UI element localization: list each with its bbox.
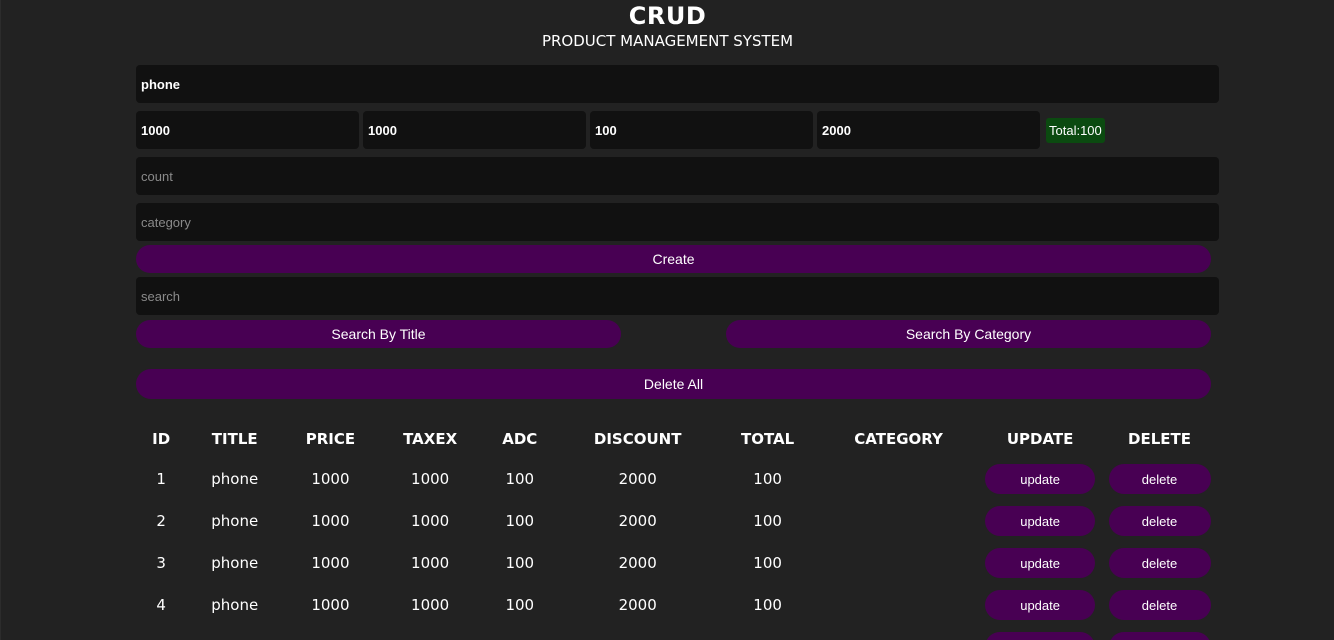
ads-input[interactable]: [590, 111, 813, 149]
delete-button[interactable]: delete: [1108, 590, 1211, 620]
category-input[interactable]: [136, 203, 1219, 241]
column-header-ads: ADC: [502, 430, 538, 448]
cell-title: phone: [211, 512, 259, 530]
table-row: 1 phone 1000 1000 100 2000 100 update de…: [136, 458, 1219, 500]
update-button[interactable]: update: [985, 464, 1096, 494]
header: CRUD PRODUCT MANAGEMENT SYSTEM: [1, 0, 1334, 52]
column-header-taxes: TAXEX: [403, 430, 458, 448]
cell-taxes: 1000: [411, 512, 450, 530]
cell-title: phone: [211, 596, 259, 614]
page-subtitle: PRODUCT MANAGEMENT SYSTEM: [541, 32, 794, 50]
delete-button[interactable]: delete: [1108, 506, 1211, 536]
cell-delete: delete: [1100, 542, 1219, 584]
cell-delete: delete: [1100, 584, 1219, 626]
cell-price: 1000: [311, 596, 350, 614]
cell-total: 100: [753, 512, 782, 530]
cell-discount: 2000: [618, 554, 657, 572]
cell-discount: 2000: [618, 596, 657, 614]
cell-ads: 100: [483, 626, 558, 640]
cell-taxes: 1000: [411, 470, 450, 488]
cell-title: phone: [211, 470, 259, 488]
delete-button[interactable]: delete: [1108, 632, 1211, 640]
table-row: 2 phone 1000 1000 100 2000 100 update de…: [136, 500, 1219, 542]
delete-button[interactable]: delete: [1108, 548, 1211, 578]
cell-price: 1000: [283, 626, 378, 640]
cell-ads: 100: [505, 512, 535, 530]
app-window: CRUD PRODUCT MANAGEMENT SYSTEM Total:100…: [0, 0, 1334, 640]
cell-discount: 2000: [618, 512, 657, 530]
column-header-update: UPDATE: [1006, 430, 1074, 448]
column-header-title: TITLE: [211, 430, 258, 448]
cell-id: 4: [156, 596, 166, 614]
column-header-id: ID: [152, 430, 171, 448]
search-buttons-row: Search By Title Search By Category: [136, 320, 1211, 348]
search-by-category-button[interactable]: Search By Category: [726, 320, 1211, 348]
cell-total: 100: [753, 470, 782, 488]
cell-category: [817, 626, 980, 640]
table-row: 4 phone 1000 1000 100 2000 100 update de…: [136, 584, 1219, 626]
update-button[interactable]: update: [985, 632, 1096, 640]
cell-price: 1000: [311, 512, 350, 530]
cell-delete: delete: [1100, 500, 1219, 542]
column-header-price: PRICE: [305, 430, 356, 448]
cell-ads: 100: [505, 554, 535, 572]
cell-category: [817, 584, 980, 626]
cell-price: 1000: [311, 554, 350, 572]
column-header-delete: DELETE: [1128, 430, 1192, 448]
cell-ads: 100: [505, 470, 535, 488]
cell-update: update: [980, 500, 1100, 542]
cell-category: [817, 542, 980, 584]
update-button[interactable]: update: [985, 548, 1096, 578]
count-input[interactable]: [136, 157, 1219, 195]
cell-title: phone: [186, 626, 283, 640]
cell-update: update: [980, 626, 1100, 640]
cell-taxes: 1000: [411, 596, 450, 614]
table-header-row: ID TITLE PRICE TAXEX ADC DISCOUNT TOTAL …: [136, 420, 1219, 458]
total-badge: Total:100: [1046, 117, 1105, 143]
column-header-discount: DISCOUNT: [593, 430, 682, 448]
products-table: ID TITLE PRICE TAXEX ADC DISCOUNT TOTAL …: [136, 420, 1219, 640]
delete-all-button[interactable]: Delete All: [136, 369, 1211, 399]
cell-id: 1: [156, 470, 166, 488]
cell-update: update: [980, 458, 1100, 500]
delete-button[interactable]: delete: [1108, 464, 1211, 494]
cell-delete: delete: [1100, 458, 1219, 500]
cell-total: 100: [718, 626, 817, 640]
taxes-input[interactable]: [363, 111, 586, 149]
update-button[interactable]: update: [985, 506, 1096, 536]
price-input[interactable]: [136, 111, 359, 149]
create-button[interactable]: Create: [136, 245, 1211, 273]
cell-taxes: 1000: [378, 626, 483, 640]
column-header-total: TOTAL: [741, 430, 795, 448]
cell-update: update: [980, 542, 1100, 584]
cell-price: 1000: [311, 470, 350, 488]
cell-total: 100: [753, 596, 782, 614]
cell-id: 5: [136, 626, 186, 640]
price-row: Total:100: [136, 111, 1219, 149]
page-title: CRUD: [628, 2, 707, 30]
table-row: 3 phone 1000 1000 100 2000 100 update de…: [136, 542, 1219, 584]
title-input[interactable]: [136, 65, 1219, 103]
cell-taxes: 1000: [411, 554, 450, 572]
product-form: Total:100 Create Search By Title Search …: [136, 65, 1219, 399]
cell-ads: 100: [505, 596, 535, 614]
cell-discount: 2000: [618, 470, 657, 488]
cell-category: [817, 458, 980, 500]
search-input[interactable]: [136, 277, 1219, 315]
table-row: 5 phone 1000 1000 100 2000 100 update de…: [136, 626, 1219, 640]
cell-delete: delete: [1100, 626, 1219, 640]
cell-category: [817, 500, 980, 542]
cell-id: 2: [156, 512, 166, 530]
cell-update: update: [980, 584, 1100, 626]
cell-total: 100: [753, 554, 782, 572]
search-by-title-button[interactable]: Search By Title: [136, 320, 621, 348]
update-button[interactable]: update: [985, 590, 1096, 620]
cell-discount: 2000: [557, 626, 718, 640]
cell-title: phone: [211, 554, 259, 572]
discount-input[interactable]: [817, 111, 1040, 149]
cell-id: 3: [156, 554, 166, 572]
column-header-category: CATEGORY: [854, 430, 943, 448]
